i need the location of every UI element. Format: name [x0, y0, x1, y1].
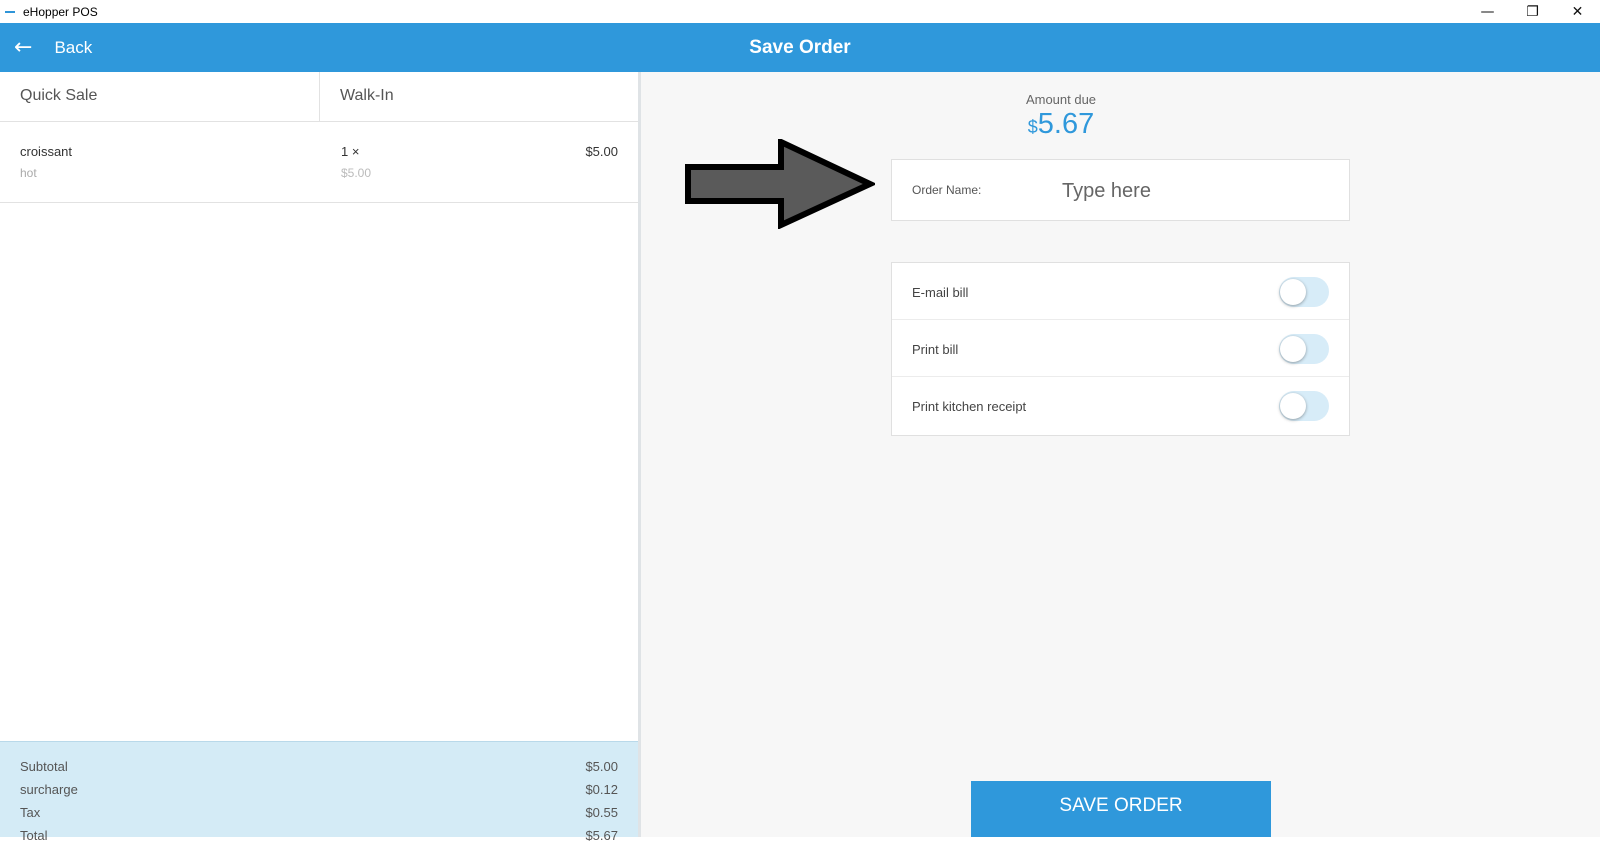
- tax-label: Tax: [20, 805, 41, 820]
- tab-walk-in[interactable]: Walk-In: [319, 72, 638, 122]
- item-name: croissant: [20, 144, 73, 159]
- item-quantity: 1 ×: [341, 144, 360, 159]
- order-name-label: Order Name:: [912, 183, 982, 197]
- tax-row: Tax $0.55: [0, 804, 638, 827]
- print-kitchen-receipt-label: Print kitchen receipt: [912, 399, 1027, 414]
- total-row: Total $5.67: [0, 827, 638, 850]
- surcharge-value: $0.12: [585, 782, 618, 797]
- restore-icon[interactable]: ❐: [1510, 0, 1555, 23]
- minimize-icon[interactable]: —: [1465, 0, 1510, 23]
- window-titlebar: eHopper POS — ❐ ✕: [0, 0, 1600, 23]
- window-controls: — ❐ ✕: [1465, 0, 1600, 23]
- window-title: eHopper POS: [23, 4, 98, 19]
- toggle-knob: [1280, 279, 1306, 305]
- order-item-row[interactable]: croissant hot 1 × $5.00 $5.00: [0, 122, 638, 203]
- close-icon[interactable]: ✕: [1555, 0, 1600, 23]
- back-label: Back: [54, 37, 93, 57]
- order-name-box: Order Name:: [891, 159, 1350, 221]
- arrow-left-icon: ←: [14, 34, 33, 60]
- option-print-bill: Print bill: [892, 320, 1349, 377]
- page-title: Save Order: [749, 37, 851, 58]
- toggle-knob: [1280, 336, 1306, 362]
- back-button[interactable]: ← Back: [14, 23, 92, 72]
- total-value: $5.67: [585, 828, 618, 843]
- app-icon: [5, 10, 15, 13]
- order-summary-panel: Quick Sale Walk-In croissant hot 1 × $5.…: [0, 72, 641, 843]
- surcharge-label: surcharge: [20, 782, 78, 797]
- subtotal-value: $5.00: [585, 759, 618, 774]
- email-bill-toggle[interactable]: [1279, 277, 1329, 307]
- save-order-panel: Amount due $5.67 Order Name: E-mail bill…: [641, 72, 1600, 837]
- amount-due-label: Amount due: [1025, 92, 1097, 107]
- option-print-kitchen-receipt: Print kitchen receipt: [892, 377, 1349, 434]
- bill-options: E-mail bill Print bill Print kitchen rec…: [891, 262, 1350, 436]
- app-header: ← Back Save Order: [0, 23, 1600, 72]
- toggle-knob: [1280, 393, 1306, 419]
- tax-value: $0.55: [585, 805, 618, 820]
- print-kitchen-receipt-toggle[interactable]: [1279, 391, 1329, 421]
- item-modifier: hot: [20, 166, 37, 180]
- totals-section: Subtotal $5.00 surcharge $0.12 Tax $0.55…: [0, 741, 638, 843]
- print-bill-label: Print bill: [912, 342, 959, 357]
- save-order-button[interactable]: SAVE ORDER: [971, 781, 1271, 837]
- total-label: Total: [20, 828, 48, 843]
- option-email-bill: E-mail bill: [892, 263, 1349, 320]
- item-total: $5.00: [585, 144, 618, 159]
- email-bill-label: E-mail bill: [912, 285, 969, 300]
- item-unit-price: $5.00: [341, 166, 372, 180]
- amount-due-value: $5.67: [641, 108, 1481, 141]
- subtotal-label: Subtotal: [20, 759, 68, 774]
- currency-symbol: $: [1027, 117, 1038, 137]
- order-tabs: Quick Sale Walk-In: [0, 72, 638, 122]
- annotation-arrow-icon: [685, 139, 875, 229]
- print-bill-toggle[interactable]: [1279, 334, 1329, 364]
- tab-quick-sale[interactable]: Quick Sale: [0, 72, 319, 122]
- amount-due-number: 5.67: [1037, 108, 1095, 140]
- subtotal-row: Subtotal $5.00: [0, 758, 638, 781]
- order-name-input[interactable]: [1062, 174, 1332, 208]
- surcharge-row: surcharge $0.12: [0, 781, 638, 804]
